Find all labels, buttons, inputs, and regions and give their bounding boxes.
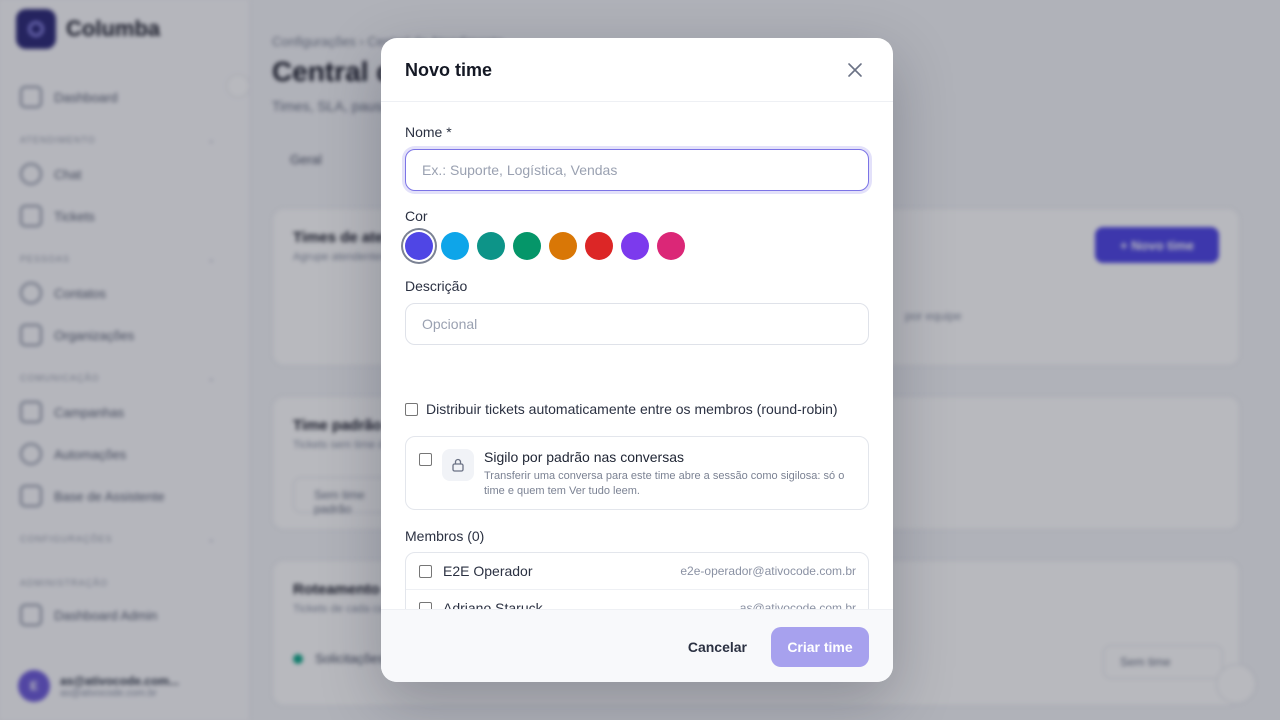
member-email: e2e-operador@ativocode.com.br	[680, 564, 856, 578]
round-robin-label: Distribuir tickets automaticamente entre…	[426, 401, 838, 417]
new-team-modal: Novo time Nome * Cor Descrição Distribui…	[381, 38, 893, 682]
secrecy-description: Transferir uma conversa para este time a…	[484, 470, 845, 497]
description-input[interactable]	[405, 303, 869, 345]
secrecy-checkbox[interactable]	[419, 453, 432, 466]
color-swatch[interactable]	[513, 232, 541, 260]
color-swatch[interactable]	[585, 232, 613, 260]
color-swatches	[405, 232, 685, 260]
modal-header: Novo time	[381, 38, 893, 102]
member-name: E2E Operador	[443, 563, 533, 579]
name-input[interactable]	[405, 149, 869, 191]
modal-footer: Cancelar Criar time	[381, 609, 893, 682]
member-checkbox[interactable]	[419, 565, 432, 578]
color-swatch[interactable]	[441, 232, 469, 260]
members-label: Membros (0)	[405, 528, 485, 544]
round-robin-checkbox[interactable]	[405, 402, 418, 416]
close-icon[interactable]	[845, 60, 865, 80]
color-swatch[interactable]	[405, 232, 433, 260]
color-swatch[interactable]	[549, 232, 577, 260]
cancel-button[interactable]: Cancelar	[688, 627, 747, 667]
secrecy-title: Sigilo por padrão nas conversas	[484, 449, 685, 465]
member-row[interactable]: E2E Operador e2e-operador@ativocode.com.…	[406, 553, 868, 590]
color-swatch[interactable]	[621, 232, 649, 260]
color-label: Cor	[405, 208, 428, 224]
color-swatch[interactable]	[657, 232, 685, 260]
lock-icon	[442, 449, 474, 481]
create-team-button[interactable]: Criar time	[771, 627, 869, 667]
color-swatch[interactable]	[477, 232, 505, 260]
name-label: Nome *	[405, 124, 452, 140]
description-label: Descrição	[405, 278, 468, 294]
secrecy-option[interactable]: Sigilo por padrão nas conversas Transfer…	[405, 436, 869, 510]
round-robin-option[interactable]: Distribuir tickets automaticamente entre…	[405, 401, 838, 417]
modal-title: Novo time	[405, 60, 493, 80]
